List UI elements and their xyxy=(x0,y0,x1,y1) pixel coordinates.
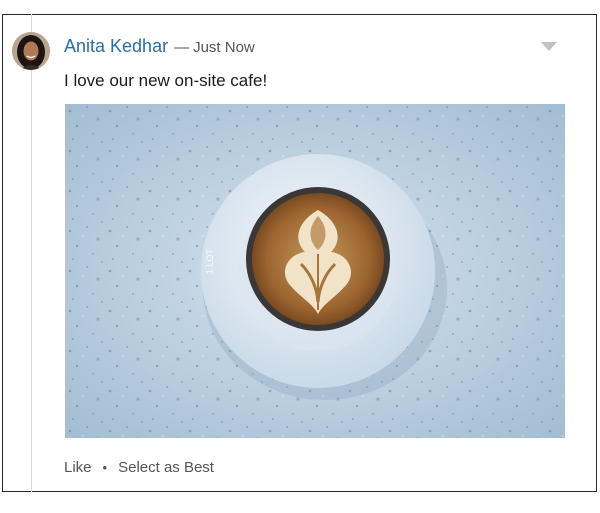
post-header: Anita Kedhar — Just Now xyxy=(64,36,255,58)
thread-line xyxy=(31,14,32,492)
post-image[interactable]: 1 LOT xyxy=(65,104,565,438)
svg-text:1 LOT: 1 LOT xyxy=(205,248,215,274)
latte-art-photo: 1 LOT xyxy=(65,104,565,438)
like-button[interactable]: Like xyxy=(64,459,92,476)
action-separator: • xyxy=(102,460,108,475)
header-separator: — xyxy=(174,39,190,56)
post-body-text: I love our new on-site cafe! xyxy=(64,71,268,90)
avatar-image xyxy=(12,32,50,70)
avatar[interactable] xyxy=(12,32,50,70)
post-timestamp: Just Now xyxy=(193,39,255,56)
chevron-down-icon[interactable] xyxy=(541,42,557,51)
post-actions: Like • Select as Best xyxy=(64,459,214,476)
author-name-link[interactable]: Anita Kedhar xyxy=(64,36,168,56)
select-as-best-button[interactable]: Select as Best xyxy=(118,459,214,476)
